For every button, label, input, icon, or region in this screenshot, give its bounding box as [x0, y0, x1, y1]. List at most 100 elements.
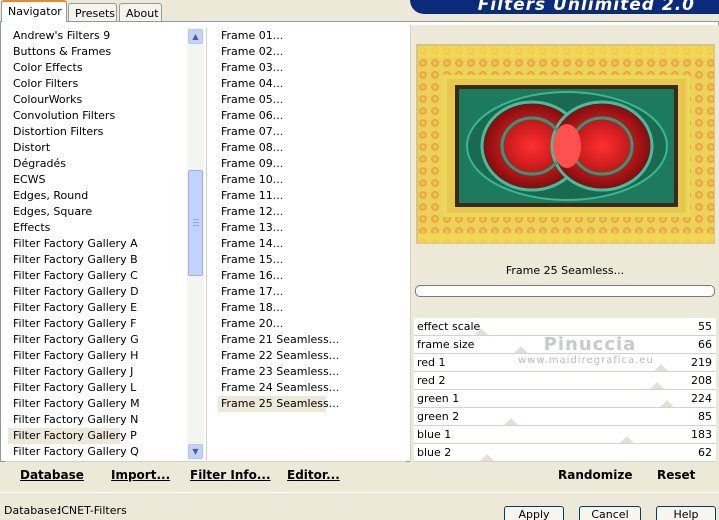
- category-item[interactable]: Filter Factory Gallery D: [8, 284, 139, 300]
- slider-label: blue 1: [417, 428, 452, 441]
- slider-thumb[interactable]: [474, 328, 488, 335]
- filter-item[interactable]: Frame 10...: [218, 172, 326, 188]
- slider-value: 85: [698, 410, 712, 423]
- filter-item[interactable]: Frame 23 Seamless...: [218, 364, 339, 380]
- scroll-up-icon[interactable]: ▲: [188, 29, 203, 44]
- category-item[interactable]: Filter Factory Gallery B: [8, 252, 138, 268]
- tab-presets[interactable]: Presets: [68, 3, 117, 22]
- filter-item[interactable]: Frame 11...: [218, 188, 326, 204]
- category-item[interactable]: Buttons & Frames: [8, 44, 120, 60]
- scroll-thumb[interactable]: [188, 170, 203, 276]
- help-button[interactable]: Help: [656, 506, 716, 520]
- filter-item[interactable]: Frame 06...: [218, 108, 326, 124]
- tab-about[interactable]: About: [119, 3, 162, 22]
- category-item[interactable]: Edges, Square: [8, 204, 120, 220]
- category-scrollbar[interactable]: ▲ ▼: [187, 28, 204, 460]
- category-item[interactable]: Filter Factory Gallery M: [8, 396, 140, 412]
- category-item[interactable]: Filter Factory Gallery P: [8, 428, 137, 444]
- slider-blue-1[interactable]: blue 1 183: [414, 426, 716, 444]
- slider-label: green 1: [417, 392, 460, 405]
- category-item[interactable]: Filter Factory Gallery H: [8, 348, 138, 364]
- preview-caption: Frame 25 Seamless...: [505, 264, 625, 277]
- filter-item[interactable]: Frame 07...: [218, 124, 326, 140]
- slider-value: 224: [691, 392, 712, 405]
- slider-thumb[interactable]: [480, 454, 494, 461]
- slider-label: red 2: [417, 374, 446, 387]
- preview-image: [416, 44, 715, 244]
- footer-divider: [0, 492, 719, 493]
- apply-button[interactable]: Apply: [504, 506, 564, 520]
- category-item[interactable]: Distort: [8, 140, 120, 156]
- category-item[interactable]: Color Filters: [8, 76, 120, 92]
- scroll-down-icon[interactable]: ▼: [188, 444, 203, 459]
- category-item[interactable]: Filter Factory Gallery G: [8, 332, 139, 348]
- filter-item[interactable]: Frame 09...: [218, 156, 326, 172]
- slider-value: 66: [698, 338, 712, 351]
- category-list: Andrew's Filters 9 Buttons & Frames Color …: [8, 28, 204, 460]
- filter-item[interactable]: Frame 04...: [218, 76, 326, 92]
- filter-item[interactable]: Frame 18...: [218, 300, 326, 316]
- slider-red-1[interactable]: red 1 219: [414, 354, 716, 372]
- filter-item[interactable]: Frame 15...: [218, 252, 326, 268]
- category-item[interactable]: Distortion Filters: [8, 124, 120, 140]
- slider-effect-scale[interactable]: effect scale 55: [414, 318, 716, 336]
- category-item[interactable]: Effects: [8, 220, 120, 236]
- slider-thumb[interactable]: [660, 400, 674, 407]
- filter-item[interactable]: Frame 20...: [218, 316, 326, 332]
- category-item[interactable]: Convolution Filters: [8, 108, 120, 124]
- filter-item[interactable]: Frame 01...: [218, 28, 326, 44]
- slider-thumb[interactable]: [654, 364, 668, 371]
- category-item[interactable]: Edges, Round: [8, 188, 120, 204]
- category-item[interactable]: Filter Factory Gallery N: [8, 412, 138, 428]
- slider-value: 55: [698, 320, 712, 333]
- database-button[interactable]: Database: [20, 468, 84, 482]
- filter-item[interactable]: Frame 12...: [218, 204, 326, 220]
- slider-green-2[interactable]: green 2 85: [414, 408, 716, 426]
- slider-thumb[interactable]: [504, 418, 518, 425]
- category-item[interactable]: Filter Factory Gallery C: [8, 268, 138, 284]
- filter-item[interactable]: Frame 17...: [218, 284, 326, 300]
- slider-thumb[interactable]: [620, 436, 634, 443]
- category-item[interactable]: Filter Factory Gallery F: [8, 316, 136, 332]
- filter-info-button[interactable]: Filter Info...: [190, 468, 271, 482]
- category-item[interactable]: Filter Factory Gallery A: [8, 236, 138, 252]
- category-item[interactable]: Filter Factory Gallery J: [8, 364, 133, 380]
- category-item[interactable]: Dégradés: [8, 156, 120, 172]
- category-item[interactable]: ECWS: [8, 172, 120, 188]
- category-item[interactable]: Color Effects: [8, 60, 120, 76]
- slider-red-2[interactable]: red 2 208: [414, 372, 716, 390]
- slider-green-1[interactable]: green 1 224: [414, 390, 716, 408]
- filter-item[interactable]: Frame 05...: [218, 92, 326, 108]
- slider-blue-2[interactable]: blue 2 62: [414, 444, 716, 462]
- filter-item[interactable]: Frame 03...: [218, 60, 326, 76]
- filter-item[interactable]: Frame 22 Seamless...: [218, 348, 339, 364]
- import-button[interactable]: Import...: [111, 468, 170, 482]
- filter-item[interactable]: Frame 21 Seamless...: [218, 332, 339, 348]
- slider-label: frame size: [417, 338, 475, 351]
- category-item[interactable]: Filter Factory Gallery Q: [8, 444, 139, 460]
- editor-button[interactable]: Editor...: [287, 468, 340, 482]
- divider: [206, 28, 207, 460]
- reset-button[interactable]: Reset: [657, 468, 695, 482]
- slider-frame-size[interactable]: frame size 66: [414, 336, 716, 354]
- slider-thumb[interactable]: [650, 382, 664, 389]
- app-title-banner: Filters Unlimited 2.0: [410, 0, 719, 14]
- cancel-button[interactable]: Cancel: [579, 506, 641, 520]
- category-item[interactable]: Andrew's Filters 9: [8, 28, 120, 44]
- progress-bar: [415, 285, 715, 297]
- filter-item[interactable]: Frame 13...: [218, 220, 326, 236]
- filter-item[interactable]: Frame 25 Seamless...: [218, 396, 339, 412]
- filter-item[interactable]: Frame 02...: [218, 44, 326, 60]
- filter-item[interactable]: Frame 16...: [218, 268, 326, 284]
- status-database-value: ICNET-Filters: [58, 504, 127, 517]
- filter-item[interactable]: Frame 14...: [218, 236, 326, 252]
- category-item[interactable]: ColourWorks: [8, 92, 120, 108]
- category-item[interactable]: Filter Factory Gallery L: [8, 380, 136, 396]
- category-item[interactable]: Filter Factory Gallery E: [8, 300, 137, 316]
- slider-thumb[interactable]: [514, 346, 528, 353]
- filter-item[interactable]: Frame 08...: [218, 140, 326, 156]
- slider-value: 208: [691, 374, 712, 387]
- tab-navigator[interactable]: Navigator: [1, 0, 67, 22]
- randomize-button[interactable]: Randomize: [558, 468, 632, 482]
- filter-item[interactable]: Frame 24 Seamless...: [218, 380, 339, 396]
